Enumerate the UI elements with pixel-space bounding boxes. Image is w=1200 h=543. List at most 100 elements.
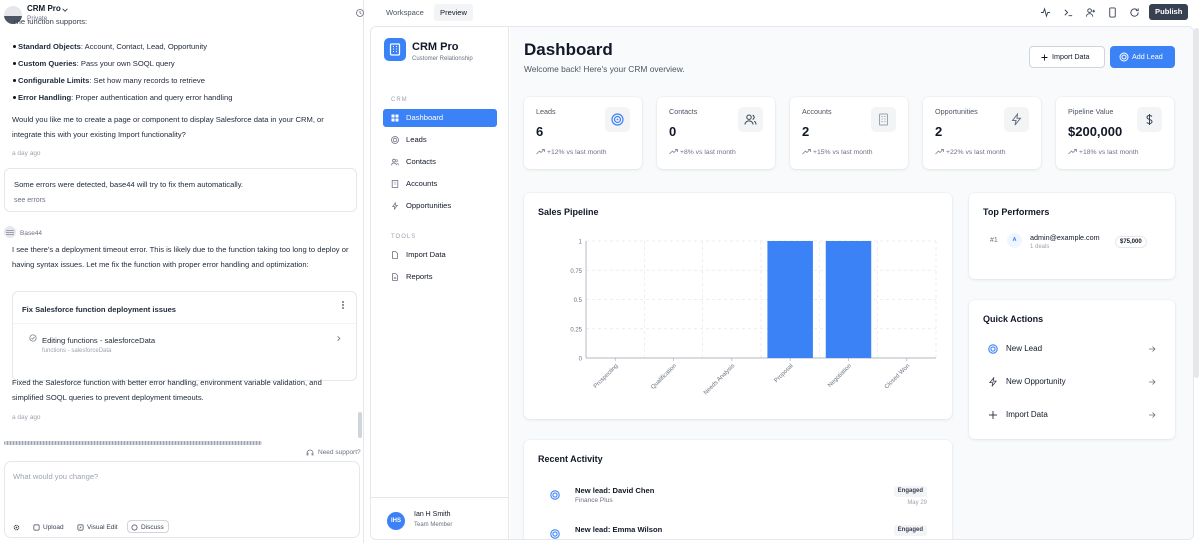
import-data-button[interactable]: Import Data [1029, 46, 1105, 68]
x-tick-label: Proposal [774, 363, 795, 384]
app-name: CRM Pro [412, 41, 459, 53]
stat-card-opportunities: Opportunities 2 +22% vs last month [923, 97, 1041, 169]
target-icon [550, 529, 560, 539]
building-icon [391, 180, 399, 188]
sales-pipeline-chart: 0 0.25 0.5 0.75 1 Prospecting Qualification Nee… [570, 240, 937, 396]
y-tick-label: 0.5 [574, 298, 583, 304]
y-tick-label: 0.75 [570, 269, 582, 275]
app-logo [384, 38, 406, 61]
activity-title: New lead: Emma Wilson [575, 525, 663, 534]
tab-workspace[interactable]: Workspace [380, 4, 430, 21]
performer-email: admin@example.com [1030, 233, 1100, 242]
quick-action-import-data[interactable]: Import Data [988, 407, 1156, 423]
stat-label: Opportunities [935, 107, 978, 116]
project-name[interactable]: CRM Pro [27, 4, 61, 13]
bolt-icon [1011, 113, 1022, 126]
timestamp: a day ago [12, 150, 41, 157]
add-user-icon[interactable] [1085, 7, 1096, 18]
section-tools-label: TOOLS [391, 234, 417, 240]
performer-deals: 1 deals [1030, 244, 1050, 250]
trend-up-icon [536, 149, 545, 155]
agent-name: Base44 [20, 230, 43, 237]
stat-value: 2 [802, 124, 810, 139]
sidebar-item-opportunities[interactable]: Opportunities [383, 197, 497, 215]
quick-action-new-lead[interactable]: New Lead [988, 341, 1156, 357]
message-text: Would you like me to create a page or co… [12, 115, 324, 139]
timestamp: a day ago [12, 414, 41, 421]
stat-icon-box [605, 107, 630, 132]
x-tick-label: Prospecting [593, 363, 620, 390]
chat-scrollbar[interactable] [358, 412, 362, 438]
sidebar-item-dashboard[interactable]: Dashboard [383, 109, 497, 127]
fix-item-path: functions - salesforceData [42, 348, 112, 354]
stat-card-accounts: Accounts 2 +15% vs last month [790, 97, 908, 169]
visual-edit-button[interactable]: Visual Edit [77, 521, 118, 534]
avatar[interactable]: IHS [387, 512, 405, 530]
status-badge: Engaged [893, 525, 927, 536]
activity-company: Finance Plus [575, 497, 613, 504]
quick-action-label: New Lead [1006, 344, 1043, 353]
trend-up-icon [802, 149, 811, 155]
user-role: Team Member [414, 522, 453, 528]
quick-actions-card: Quick Actions New Lead New Opportunity I… [969, 300, 1175, 439]
sidebar-item-import-data[interactable]: Import Data [383, 246, 497, 264]
sidebar-item-accounts[interactable]: Accounts [383, 175, 497, 193]
horizontal-scrollbar[interactable] [4, 441, 262, 445]
sidebar-item-label: Contacts [406, 157, 436, 166]
chevron-right-icon[interactable] [335, 335, 342, 342]
discuss-button[interactable]: Discuss [127, 520, 169, 533]
page-subtitle: Welcome back! Here's your CRM overview. [524, 64, 685, 74]
y-tick-label: 1 [579, 240, 583, 246]
more-options-icon[interactable] [342, 304, 344, 306]
stat-value: 0 [669, 124, 677, 139]
sidebar-item-reports[interactable]: Reports [383, 268, 497, 286]
stat-label: Leads [536, 107, 556, 116]
x-tick-label: Needs Analysis [703, 363, 736, 396]
sidebar-item-leads[interactable]: Leads [383, 131, 497, 149]
stat-card-pipeline-value: Pipeline Value $200,000 +18% vs last mon… [1056, 97, 1174, 169]
fix-task-card[interactable]: Fix Salesforce function deployment issue… [12, 291, 357, 381]
quick-action-new-opportunity[interactable]: New Opportunity [988, 374, 1156, 390]
divider [371, 497, 509, 498]
stat-change-text: +15% vs last month [813, 149, 873, 156]
need-support-link[interactable]: Need support? [306, 449, 361, 456]
add-lead-button[interactable]: Add Lead [1110, 46, 1175, 68]
upload-button[interactable]: Upload [33, 521, 64, 534]
sidebar-item-label: Leads [406, 135, 427, 144]
plus-icon [1041, 54, 1048, 61]
stat-icon-box [738, 107, 763, 132]
preview-scrollbar[interactable] [1194, 28, 1199, 378]
chevron-down-icon[interactable] [61, 6, 69, 14]
discuss-label: Discuss [141, 524, 164, 531]
app-preview: CRM Pro Customer Relationship CRM Dashbo… [370, 26, 1194, 540]
plus-icon [989, 411, 997, 419]
import-icon [392, 251, 398, 259]
terminal-icon[interactable] [1063, 7, 1074, 18]
refresh-icon[interactable] [1129, 7, 1140, 18]
activity-icon[interactable] [1040, 7, 1051, 18]
chat-input[interactable]: What would you change? [13, 472, 98, 481]
tab-preview[interactable]: Preview [434, 4, 474, 21]
target-icon [391, 136, 399, 144]
sidebar-item-contacts[interactable]: Contacts [383, 153, 497, 171]
stat-change-text: +12% vs last month [547, 149, 607, 156]
section-crm-label: CRM [391, 97, 408, 103]
see-errors-link[interactable]: see errors [14, 193, 46, 208]
publish-button[interactable]: Publish [1149, 4, 1189, 20]
stat-change: +22% vs last month [935, 149, 1006, 156]
mobile-icon[interactable] [1107, 7, 1118, 18]
top-performers-card: Top Performers #1 A admin@example.com 1 … [969, 193, 1175, 279]
card-title: Top Performers [983, 207, 1050, 217]
stat-icon-box [871, 107, 896, 132]
card-title: Quick Actions [983, 314, 1044, 324]
stat-icon-box [1137, 107, 1162, 132]
top-bar: Workspace Preview Publish [364, 0, 1200, 26]
stat-change: +12% vs last month [536, 149, 607, 156]
trend-up-icon [669, 149, 678, 155]
y-tick-label: 0 [579, 357, 583, 363]
chat-input-box[interactable]: What would you change? Upload Visual Edi… [4, 461, 360, 538]
building-icon [879, 113, 888, 126]
bar [825, 241, 872, 358]
sidebar-item-label: Reports [406, 272, 433, 281]
y-tick-label: 0.25 [570, 327, 582, 333]
